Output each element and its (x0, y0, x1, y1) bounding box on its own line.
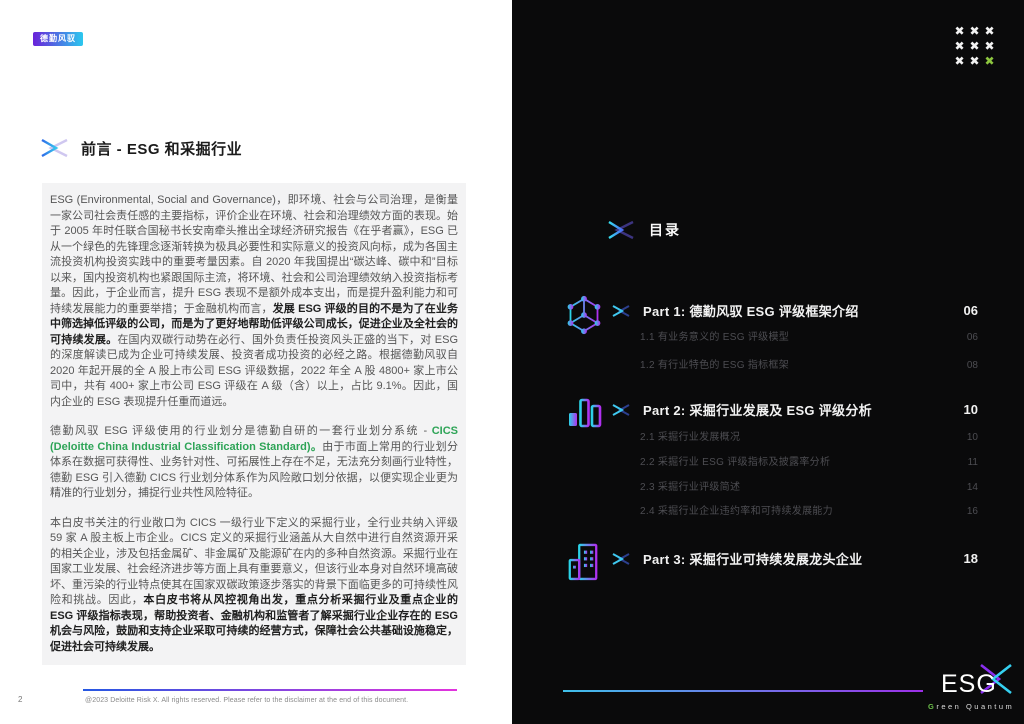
toc-section-part1[interactable]: Part 1: 德勤风驭 ESG 评级框架介绍 06 (612, 301, 978, 320)
toc-section-title: Part 3: 采掘行业可持续发展龙头企业 (643, 552, 863, 567)
toc-title: 目录 (649, 222, 681, 238)
x-mark-icon: ✖ (969, 54, 980, 68)
page-number: 2 (18, 695, 23, 704)
toc-item-2-4[interactable]: 2.4 采掘行业企业违约率和可持续发展能力 16 (640, 502, 978, 517)
cube-network-icon (566, 294, 602, 336)
preface-body: ESG (Environmental, Social and Governanc… (42, 183, 466, 665)
chevrons-marker-icon (612, 403, 630, 417)
paragraph-3: 本白皮书关注的行业敞口为 CICS 一级行业下定义的采掘行业，全行业共纳入评级 … (50, 516, 459, 653)
toc-heading-row: 目录 (607, 220, 681, 240)
page-title: 前言 - ESG 和采掘行业 (81, 140, 243, 158)
toc-section-page: 10 (963, 402, 978, 417)
toc-item-2-2[interactable]: 2.2 采掘行业 ESG 评级指标及披露率分析 11 (640, 453, 978, 468)
deloitte-riskx-badge: 德勤风驭 (33, 32, 83, 46)
chevrons-marker-icon (612, 552, 630, 566)
toc-item-1-2[interactable]: 1.2 有行业特色的 ESG 指标框架 08 (640, 356, 978, 371)
toc-section-part2[interactable]: Part 2: 采掘行业发展及 ESG 评级分析 10 (612, 400, 978, 419)
building-icon (566, 541, 600, 581)
toc-item-2-1[interactable]: 2.1 采掘行业发展概况 10 (640, 428, 978, 443)
toc-section-page: 18 (963, 551, 978, 566)
x-mark-icon: ✖ (984, 39, 995, 53)
toc-item-2-3[interactable]: 2.3 采掘行业评级简述 14 (640, 478, 978, 493)
brand-x-grid-logo: ✖ ✖ ✖ ✖ ✖ ✖ ✖ ✖ ✖ (952, 24, 997, 69)
x-mark-icon-green: ✖ (984, 54, 995, 68)
paragraph-1: ESG (Environmental, Social and Governanc… (50, 194, 459, 408)
whitepaper-page: 德勤风驭 前言 - ESG 和采掘行业 ESG (Environmental, … (0, 0, 1024, 724)
brand-chevrons-icon (40, 137, 70, 159)
esg-logo-text: ESG (941, 670, 997, 698)
footer-gradient-line-left (83, 689, 457, 691)
copyright-note: @2023 Deloitte Risk X. All rights reserv… (85, 697, 409, 704)
toc-item-1-1[interactable]: 1.1 有业务意义的 ESG 评级模型 06 (640, 328, 978, 343)
x-mark-icon: ✖ (954, 24, 965, 38)
bar-chart-icon (566, 394, 602, 430)
brand-chevrons-icon (607, 220, 635, 240)
footer-gradient-line-right (563, 690, 923, 692)
paragraph-2: 德勤风驭 ESG 评级使用的行业划分是德勤自研的一套行业划分系统 - CICS … (50, 425, 458, 499)
green-quantum-label: Green Quantum (928, 702, 1015, 711)
toc-section-part3[interactable]: Part 3: 采掘行业可持续发展龙头企业 18 (612, 549, 978, 568)
x-mark-icon: ✖ (954, 54, 965, 68)
x-mark-icon: ✖ (969, 39, 980, 53)
toc-section-title: Part 1: 德勤风驭 ESG 评级框架介绍 (643, 304, 859, 319)
x-mark-icon: ✖ (984, 24, 995, 38)
x-mark-icon: ✖ (954, 39, 965, 53)
chevrons-marker-icon (612, 304, 630, 318)
preface-title-row: 前言 - ESG 和采掘行业 (40, 137, 242, 159)
toc-section-title: Part 2: 采掘行业发展及 ESG 评级分析 (643, 403, 872, 418)
toc-section-page: 06 (963, 303, 978, 318)
x-mark-icon: ✖ (969, 24, 980, 38)
